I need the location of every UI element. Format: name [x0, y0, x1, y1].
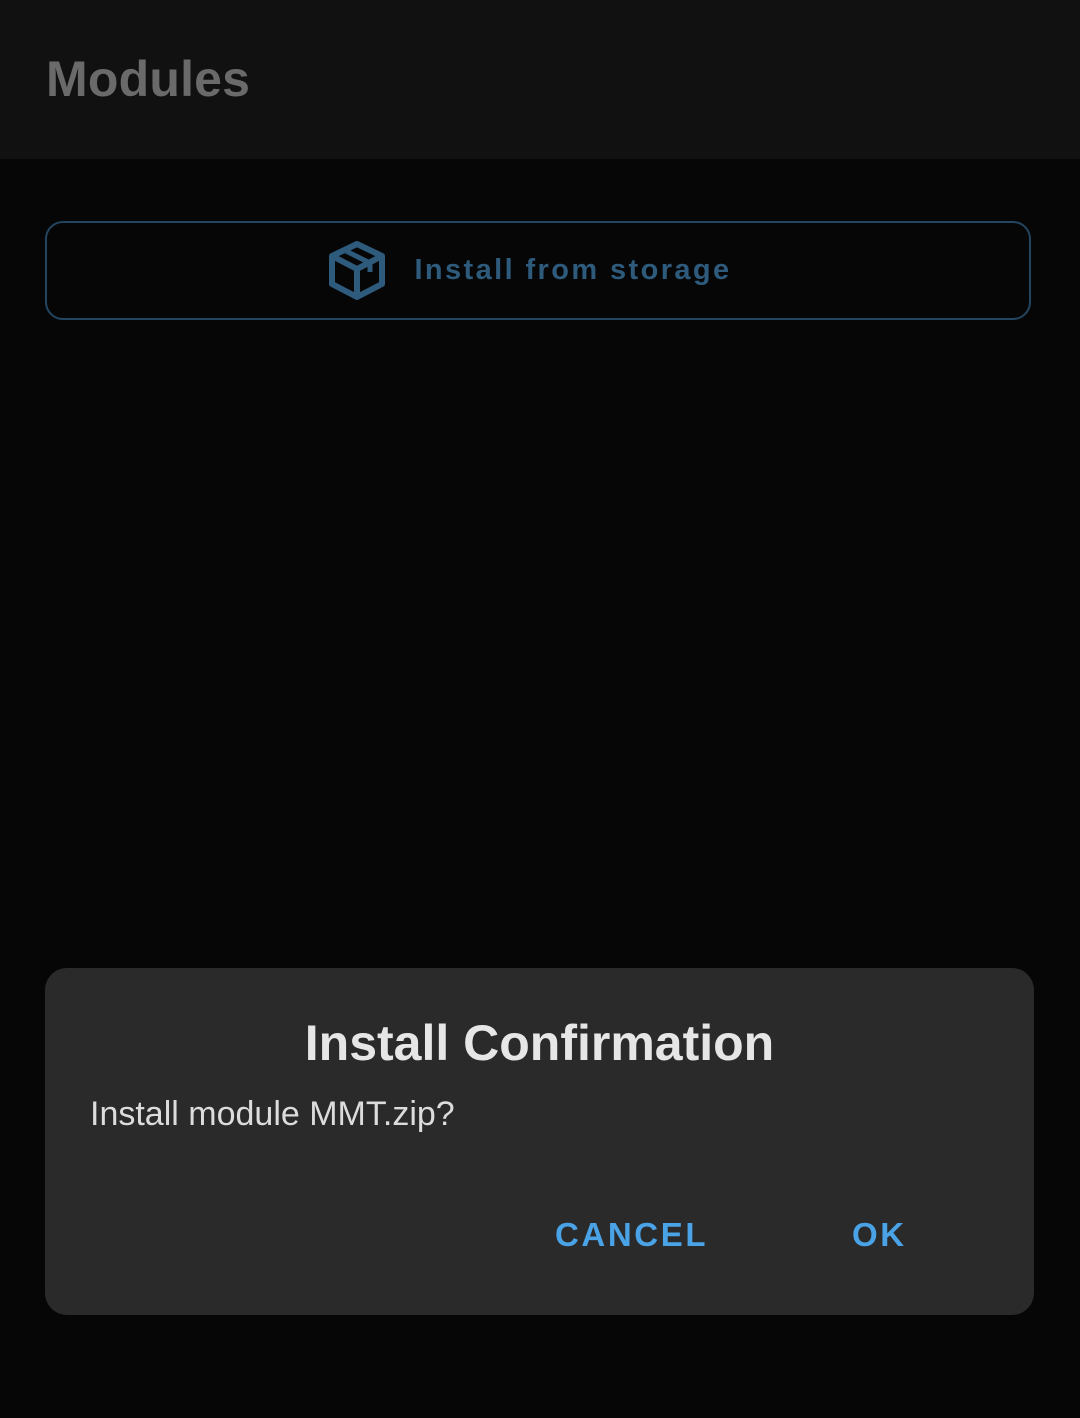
page-title: Modules — [46, 51, 251, 107]
cancel-button[interactable]: CANCEL — [555, 1216, 708, 1254]
screen: Modules Install from storage Install Con… — [0, 0, 1080, 1418]
package-box-icon — [326, 240, 388, 302]
install-from-storage-button[interactable]: Install from storage — [45, 221, 1031, 320]
app-bar: Modules — [0, 0, 1080, 159]
install-confirmation-dialog: Install Confirmation Install module MMT.… — [45, 968, 1034, 1315]
ok-button[interactable]: OK — [852, 1216, 907, 1254]
install-from-storage-label: Install from storage — [414, 254, 732, 286]
dialog-message: Install module MMT.zip? — [90, 1095, 455, 1133]
dialog-title: Install Confirmation — [304, 1015, 775, 1071]
